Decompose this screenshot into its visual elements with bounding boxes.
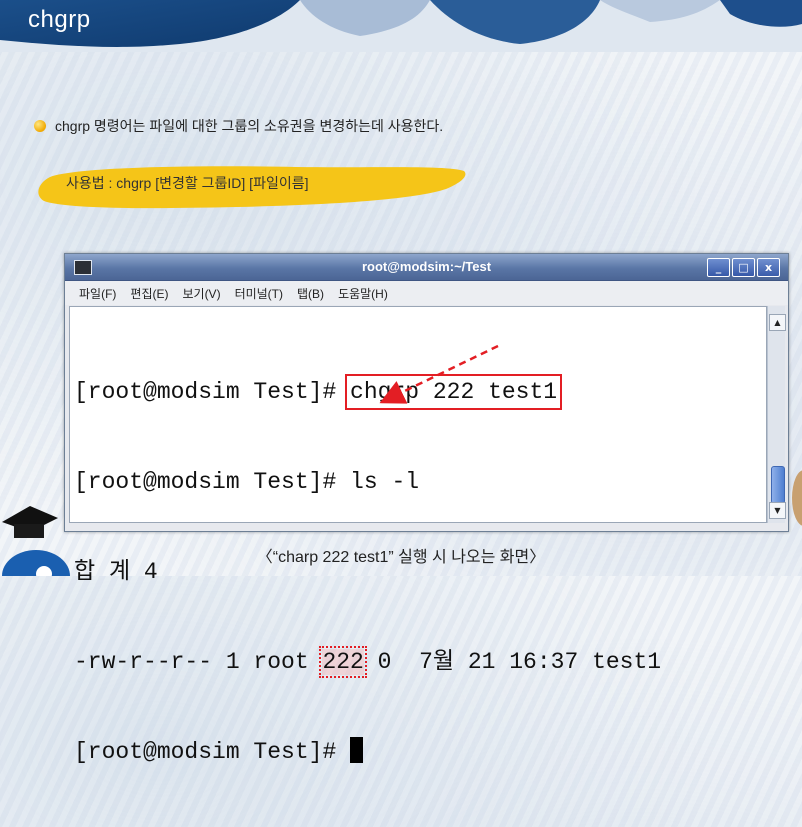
terminal-prompt: [root@modsim Test]# [74, 379, 351, 405]
terminal-line-2: [root@modsim Test]# ls -l [74, 467, 661, 497]
terminal-cursor [350, 737, 364, 763]
graduation-cap-mascot-icon [2, 506, 70, 576]
menu-file[interactable]: 파일(F) [79, 285, 116, 302]
menu-tabs[interactable]: 탭(B) [297, 285, 324, 302]
terminal-lines: [root@modsim Test]# chgrp 222 test1 [roo… [74, 317, 661, 827]
ls-rest: 0 7월 21 16:37 test1 [363, 649, 662, 675]
maximize-icon[interactable]: □ [732, 258, 755, 277]
scroll-down-icon[interactable]: ▼ [769, 502, 786, 519]
menu-edit[interactable]: 편집(E) [130, 285, 168, 302]
menu-bar: 파일(F) 편집(E) 보기(V) 터미널(T) 탭(B) 도움말(H) [65, 281, 788, 305]
usage-text: 사용법 : chgrp [변경할 그룹ID] [파일이름] [66, 175, 309, 191]
bullet-text: chgrp 명령어는 파일에 대한 그룹의 소유권을 변경하는데 사용한다. [55, 118, 444, 134]
terminal-window[interactable]: root@modsim:~/Test _ □ x 파일(F) 편집(E) 보기(… [64, 253, 789, 765]
highlighted-command: chgrp 222 test1 [345, 374, 563, 410]
menu-help[interactable]: 도움말(H) [338, 285, 388, 302]
terminal-line-4: -rw-r--r-- 1 root 222 0 7월 21 16:37 test… [74, 646, 662, 678]
menu-terminal[interactable]: 터미널(T) [235, 285, 283, 302]
usage-callout: 사용법 : chgrp [변경할 그룹ID] [파일이름] [36, 163, 470, 211]
scroll-thumb[interactable] [771, 466, 785, 504]
terminal-line-5: [root@modsim Test]# [74, 737, 661, 767]
terminal-output[interactable]: [root@modsim Test]# chgrp 222 test1 [roo… [69, 306, 767, 765]
figure-caption: 〈“charp 222 test1” 실행 시 나오는 화면〉 [256, 549, 546, 566]
terminal-command: ls -l [350, 469, 420, 495]
terminal-scrollbar[interactable]: ▲ ▼ [767, 306, 786, 523]
window-title: root@modsim:~/Test [361, 259, 492, 274]
slide-title: chgrp [28, 6, 91, 33]
terminal-line-1: [root@modsim Test]# chgrp 222 test1 [74, 374, 661, 410]
window-controls: _ □ x [707, 258, 780, 277]
scroll-up-icon[interactable]: ▲ [769, 314, 786, 331]
terminal-prompt: [root@modsim Test]# [74, 739, 351, 765]
bullet-icon [34, 120, 46, 132]
terminal-prompt: [root@modsim Test]# [74, 469, 351, 495]
banner-background [0, 0, 802, 52]
menu-view[interactable]: 보기(V) [182, 285, 220, 302]
window-titlebar[interactable]: root@modsim:~/Test _ □ x [65, 254, 788, 281]
decorative-shape-icon [792, 470, 802, 526]
close-icon[interactable]: x [757, 258, 780, 277]
ls-perms-owner: -rw-r--r-- 1 root [74, 649, 323, 675]
bullet-item: chgrp 명령어는 파일에 대한 그룹의 소유권을 변경하는데 사용한다. [34, 116, 443, 136]
slide-banner: chgrp [0, 0, 802, 52]
highlighted-group-id: 222 [319, 646, 367, 678]
minimize-icon[interactable]: _ [707, 258, 730, 277]
